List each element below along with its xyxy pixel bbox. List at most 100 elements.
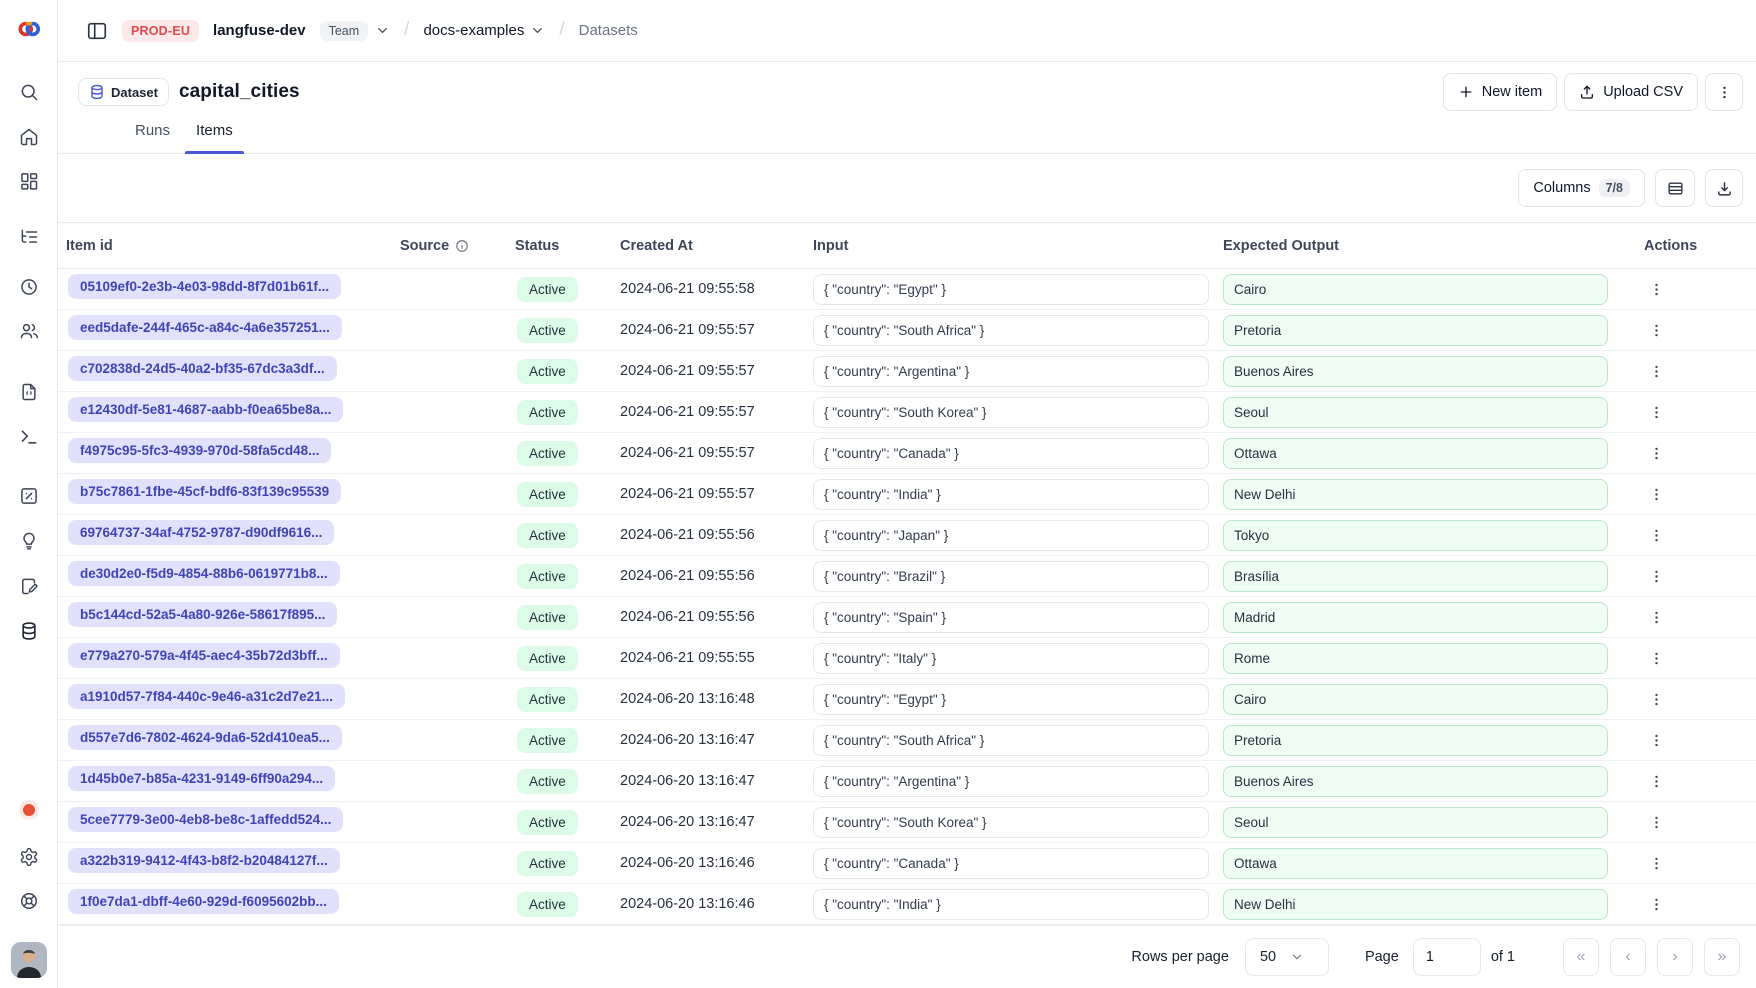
tracing-icon[interactable] [19, 227, 39, 247]
org-name[interactable]: langfuse-dev [213, 22, 306, 39]
row-actions-button[interactable] [1644, 892, 1668, 916]
column-header-created-at[interactable]: Created At [620, 238, 813, 254]
row-actions-button[interactable] [1644, 523, 1668, 547]
input-cell[interactable]: { "country": "India" } [813, 889, 1209, 920]
langfuse-logo-icon[interactable] [16, 16, 42, 42]
expected-output-cell[interactable]: Seoul [1223, 397, 1608, 428]
project-switcher[interactable]: docs-examples [423, 22, 545, 39]
chevron-down-icon[interactable] [530, 23, 545, 38]
item-id-pill[interactable]: f4975c95-5fc3-4939-970d-58fa5cd48... [68, 438, 331, 463]
item-id-pill[interactable]: b5c144cd-52a5-4a80-926e-58617f895... [68, 602, 337, 627]
expected-output-cell[interactable]: Seoul [1223, 807, 1608, 838]
row-actions-button[interactable] [1644, 359, 1668, 383]
dashboard-icon[interactable] [19, 171, 39, 191]
input-cell[interactable]: { "country": "Japan" } [813, 520, 1209, 551]
column-header-input[interactable]: Input [813, 238, 1223, 254]
rows-per-page-select[interactable]: 50 [1245, 938, 1329, 976]
prompts-icon[interactable] [19, 382, 39, 402]
upload-csv-button[interactable]: Upload CSV [1564, 73, 1698, 111]
expected-output-cell[interactable]: Ottawa [1223, 848, 1608, 879]
last-page-button[interactable]: » [1704, 938, 1740, 976]
input-cell[interactable]: { "country": "Italy" } [813, 643, 1209, 674]
users-icon[interactable] [19, 321, 39, 341]
input-cell[interactable]: { "country": "Argentina" } [813, 356, 1209, 387]
export-download-button[interactable] [1705, 169, 1743, 207]
row-actions-button[interactable] [1644, 851, 1668, 875]
expected-output-cell[interactable]: Pretoria [1223, 725, 1608, 756]
item-id-pill[interactable]: de30d2e0-f5d9-4854-88b6-0619771b8... [68, 561, 340, 586]
tab-items[interactable]: Items [185, 122, 244, 153]
expected-output-cell[interactable]: Tokyo [1223, 520, 1608, 551]
input-cell[interactable]: { "country": "South Africa" } [813, 725, 1209, 756]
row-actions-button[interactable] [1644, 564, 1668, 588]
input-cell[interactable]: { "country": "Spain" } [813, 602, 1209, 633]
item-id-pill[interactable]: a1910d57-7f84-440c-9e46-a31c2d7e21... [68, 684, 345, 709]
item-id-pill[interactable]: e779a270-579a-4f45-aec4-35b72d3bff... [68, 643, 340, 668]
item-id-pill[interactable]: 1f0e7da1-dbff-4e60-929d-f6095602bb... [68, 889, 339, 914]
expected-output-cell[interactable]: Madrid [1223, 602, 1608, 633]
input-cell[interactable]: { "country": "Egypt" } [813, 684, 1209, 715]
datasets-icon[interactable] [19, 621, 39, 641]
row-actions-button[interactable] [1644, 728, 1668, 752]
sidebar-toggle-icon[interactable] [86, 20, 108, 42]
row-actions-button[interactable] [1644, 769, 1668, 793]
expected-output-cell[interactable]: New Delhi [1223, 889, 1608, 920]
item-id-pill[interactable]: 5cee7779-3e00-4eb8-be8c-1affedd524... [68, 807, 343, 832]
expected-output-cell[interactable]: Buenos Aires [1223, 356, 1608, 387]
row-actions-button[interactable] [1644, 687, 1668, 711]
item-id-pill[interactable]: 69764737-34af-4752-9787-d90df9616... [68, 520, 334, 545]
column-header-source[interactable]: Source [400, 238, 515, 254]
input-cell[interactable]: { "country": "South Africa" } [813, 315, 1209, 346]
row-height-button[interactable] [1655, 169, 1695, 207]
expected-output-cell[interactable]: Buenos Aires [1223, 766, 1608, 797]
expected-output-cell[interactable]: Rome [1223, 643, 1608, 674]
recording-status-dot[interactable] [19, 800, 39, 820]
item-id-pill[interactable]: e12430df-5e81-4687-aabb-f0ea65be8a... [68, 397, 343, 422]
row-actions-button[interactable] [1644, 810, 1668, 834]
input-cell[interactable]: { "country": "South Korea" } [813, 807, 1209, 838]
item-id-pill[interactable]: c702838d-24d5-40a2-bf35-67dc3a3df... [68, 356, 337, 381]
expected-output-cell[interactable]: New Delhi [1223, 479, 1608, 510]
annotation-icon[interactable] [19, 576, 39, 596]
input-cell[interactable]: { "country": "Argentina" } [813, 766, 1209, 797]
row-actions-button[interactable] [1644, 482, 1668, 506]
column-header-expected-output[interactable]: Expected Output [1223, 238, 1630, 254]
item-id-pill[interactable]: d557e7d6-7802-4624-9da6-52d410ea5... [68, 725, 342, 750]
expected-output-cell[interactable]: Pretoria [1223, 315, 1608, 346]
columns-button[interactable]: Columns 7/8 [1518, 169, 1645, 207]
column-header-status[interactable]: Status [515, 238, 620, 254]
search-icon[interactable] [19, 82, 39, 102]
row-actions-button[interactable] [1644, 277, 1668, 301]
row-actions-button[interactable] [1644, 318, 1668, 342]
expected-output-cell[interactable]: Cairo [1223, 684, 1608, 715]
lightbulb-icon[interactable] [19, 531, 39, 551]
item-id-pill[interactable]: 05109ef0-2e3b-4e03-98dd-8f7d01b61f... [68, 274, 341, 299]
playground-terminal-icon[interactable] [19, 427, 39, 447]
item-id-pill[interactable]: a322b319-9412-4f43-b8f2-b20484127f... [68, 848, 340, 873]
expected-output-cell[interactable]: Cairo [1223, 274, 1608, 305]
input-cell[interactable]: { "country": "Brazil" } [813, 561, 1209, 592]
input-cell[interactable]: { "country": "Canada" } [813, 438, 1209, 469]
input-cell[interactable]: { "country": "Egypt" } [813, 274, 1209, 305]
settings-gear-icon[interactable] [19, 847, 39, 867]
row-actions-button[interactable] [1644, 605, 1668, 629]
item-id-pill[interactable]: b75c7861-1fbe-45cf-bdf6-83f139c95539 [68, 479, 341, 504]
row-actions-button[interactable] [1644, 400, 1668, 424]
info-icon[interactable] [455, 239, 469, 253]
sessions-clock-icon[interactable] [19, 277, 39, 297]
tab-runs[interactable]: Runs [124, 122, 181, 153]
chevron-down-icon[interactable] [375, 23, 390, 38]
previous-page-button[interactable]: ‹ [1610, 938, 1646, 976]
item-id-pill[interactable]: 1d45b0e7-b85a-4231-9149-6ff90a294... [68, 766, 335, 791]
page-number-input[interactable] [1413, 938, 1481, 976]
next-page-button[interactable]: › [1657, 938, 1693, 976]
evaluators-icon[interactable] [19, 486, 39, 506]
row-actions-button[interactable] [1644, 441, 1668, 465]
item-id-pill[interactable]: eed5dafe-244f-465c-a84c-4a6e357251... [68, 315, 342, 340]
dataset-more-actions-button[interactable] [1705, 73, 1743, 111]
home-icon[interactable] [19, 127, 39, 147]
input-cell[interactable]: { "country": "South Korea" } [813, 397, 1209, 428]
new-item-button[interactable]: New item [1443, 73, 1557, 111]
expected-output-cell[interactable]: Ottawa [1223, 438, 1608, 469]
row-actions-button[interactable] [1644, 646, 1668, 670]
